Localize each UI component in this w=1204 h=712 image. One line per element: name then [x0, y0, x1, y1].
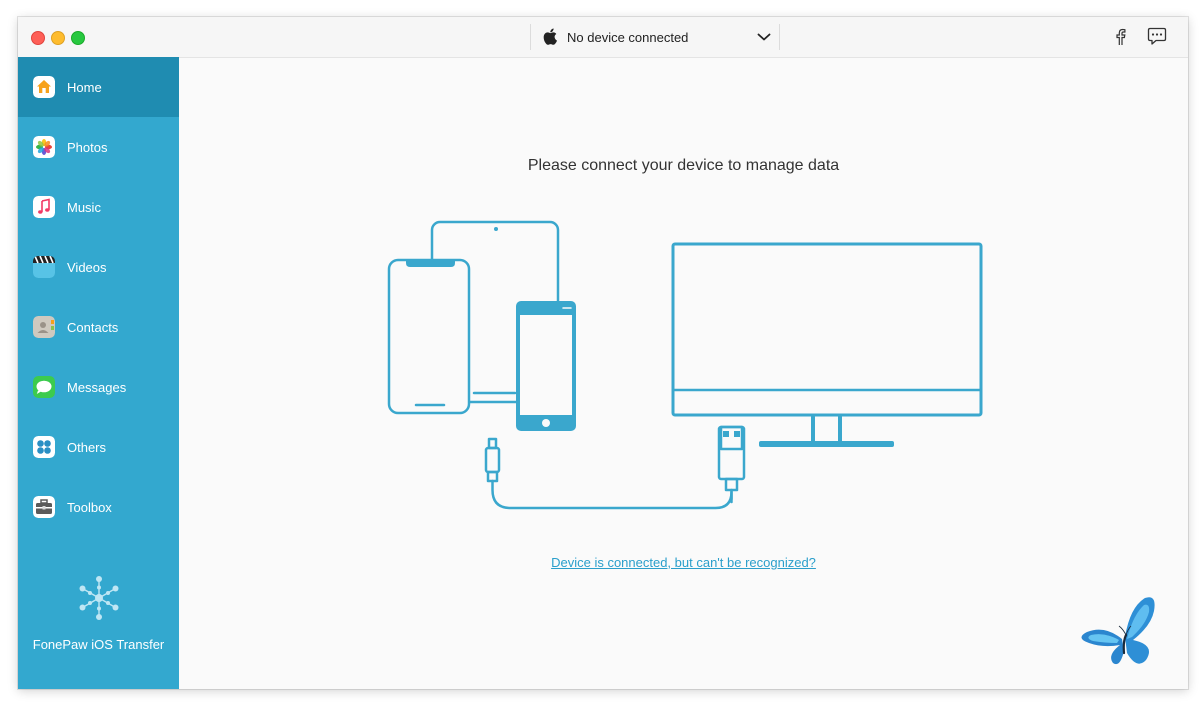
main-content: Please connect your device to manage dat… — [179, 57, 1188, 689]
close-window-button[interactable] — [31, 31, 45, 45]
device-not-recognized-link[interactable]: Device is connected, but can't be recogn… — [179, 555, 1188, 570]
sidebar-item-messages[interactable]: Messages — [18, 357, 179, 417]
sidebar-item-label: Contacts — [67, 320, 119, 335]
title-bar: No device connected — [18, 17, 1188, 58]
sidebar-item-music[interactable]: Music — [18, 177, 179, 237]
device-status-label: No device connected — [567, 30, 689, 45]
app-window: No device connected Home Photos Music Vi… — [18, 17, 1188, 689]
maximize-window-button[interactable] — [71, 31, 85, 45]
minimize-window-button[interactable] — [51, 31, 65, 45]
sidebar-item-label: Others — [67, 440, 107, 455]
sidebar-item-home[interactable]: Home — [18, 57, 179, 117]
sidebar-item-label: Videos — [67, 260, 107, 275]
sidebar-item-label: Home — [67, 80, 102, 95]
music-icon — [33, 196, 55, 218]
sidebar-item-label: Messages — [67, 380, 127, 395]
sidebar-item-label: Photos — [67, 140, 108, 155]
contacts-icon — [33, 316, 55, 338]
facebook-icon[interactable] — [1114, 28, 1126, 46]
sidebar-item-label: Music — [67, 200, 101, 215]
apple-logo-icon — [543, 28, 557, 45]
photos-icon — [33, 136, 55, 158]
sidebar-item-toolbox[interactable]: Toolbox — [18, 477, 179, 537]
feedback-chat-icon[interactable] — [1147, 27, 1167, 46]
sidebar: Home Photos Music Videos Contacts Messag… — [18, 57, 179, 689]
sidebar-item-photos[interactable]: Photos — [18, 117, 179, 177]
connect-device-illustration — [387, 220, 983, 510]
sidebar-item-videos[interactable]: Videos — [18, 237, 179, 297]
butterfly-icon — [1081, 597, 1155, 665]
sidebar-item-others[interactable]: Others — [18, 417, 179, 477]
brand-name: FonePaw iOS Transfer — [32, 637, 165, 652]
device-selector[interactable]: No device connected — [530, 24, 780, 50]
messages-icon — [33, 376, 55, 398]
others-icon — [33, 436, 55, 458]
sidebar-item-label: Toolbox — [67, 500, 112, 515]
chevron-down-icon — [757, 33, 771, 41]
toolbox-icon — [33, 496, 55, 518]
home-icon — [33, 76, 55, 98]
sidebar-item-contacts[interactable]: Contacts — [18, 297, 179, 357]
videos-icon — [33, 256, 55, 278]
fonepaw-logo-icon — [79, 576, 119, 620]
